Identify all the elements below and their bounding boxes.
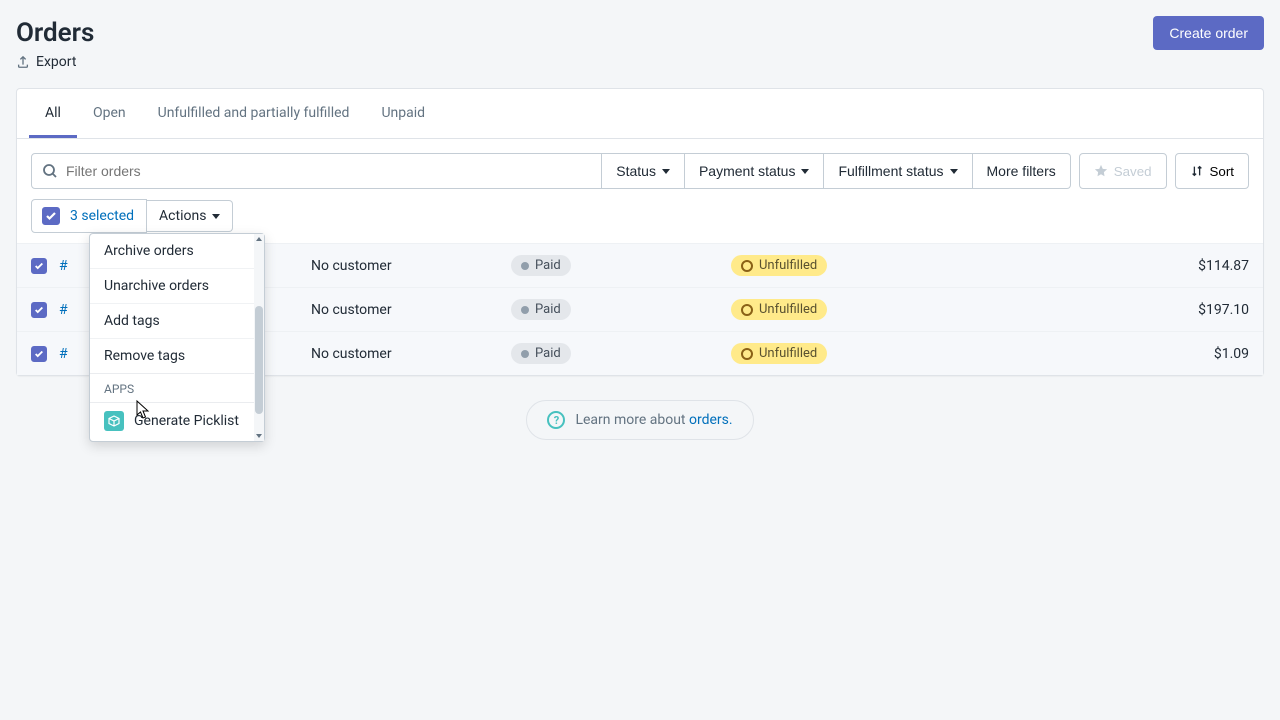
chevron-down-icon [801, 169, 809, 174]
order-total: $114.87 [1031, 258, 1249, 274]
orders-card: All Open Unfulfilled and partially fulfi… [16, 88, 1264, 376]
export-label: Export [36, 54, 76, 70]
scroll-down-icon [256, 434, 262, 438]
action-archive-orders[interactable]: Archive orders [90, 234, 264, 269]
tab-unpaid[interactable]: Unpaid [365, 89, 441, 138]
payment-badge: Paid [511, 299, 571, 320]
row-checkbox[interactable] [31, 302, 47, 318]
learn-more-text: Learn more about [575, 412, 689, 428]
filter-fulfillment-status[interactable]: Fulfillment status [824, 153, 972, 189]
row-checkbox[interactable] [31, 346, 47, 362]
order-total: $197.10 [1031, 302, 1249, 318]
order-total: $1.09 [1031, 346, 1249, 362]
tabs: All Open Unfulfilled and partially fulfi… [17, 89, 1263, 139]
tab-unfulfilled[interactable]: Unfulfilled and partially fulfilled [142, 89, 366, 138]
scroll-up-icon [256, 237, 262, 241]
sort-button[interactable]: Sort [1175, 153, 1249, 189]
fulfillment-badge: Unfulfilled [731, 299, 827, 320]
export-icon [16, 55, 30, 69]
payment-badge: Paid [511, 255, 571, 276]
create-order-button[interactable]: Create order [1153, 16, 1264, 50]
action-remove-tags[interactable]: Remove tags [90, 339, 264, 373]
action-add-tags[interactable]: Add tags [90, 304, 264, 339]
selected-count-text: 3 selected [70, 208, 134, 224]
actions-button[interactable]: Actions [147, 200, 233, 232]
search-input[interactable] [58, 163, 591, 179]
page-title: Orders [16, 18, 94, 48]
saved-button: Saved [1079, 153, 1167, 189]
payment-badge: Paid [511, 343, 571, 364]
sort-icon [1190, 164, 1204, 178]
chevron-down-icon [950, 169, 958, 174]
actions-dropdown: Archive orders Unarchive orders Add tags… [89, 233, 265, 442]
chevron-down-icon [212, 214, 220, 219]
help-icon: ? [547, 411, 565, 429]
learn-more-link[interactable]: orders. [689, 412, 733, 428]
row-checkbox[interactable] [31, 258, 47, 274]
action-generate-picklist[interactable]: Generate Picklist [90, 402, 264, 441]
tab-all[interactable]: All [29, 89, 77, 138]
selected-count-pill[interactable]: 3 selected [31, 199, 147, 233]
dropdown-section-apps: APPS [90, 373, 264, 402]
filter-status[interactable]: Status [602, 153, 685, 189]
export-button[interactable]: Export [16, 54, 1264, 70]
more-filters-button[interactable]: More filters [973, 153, 1071, 189]
action-unarchive-orders[interactable]: Unarchive orders [90, 269, 264, 304]
filter-payment-status[interactable]: Payment status [685, 153, 825, 189]
search-icon [42, 163, 58, 179]
tab-open[interactable]: Open [77, 89, 142, 138]
fulfillment-badge: Unfulfilled [731, 343, 827, 364]
order-customer: No customer [311, 346, 511, 362]
fulfillment-badge: Unfulfilled [731, 255, 827, 276]
checkmark-icon [45, 210, 57, 222]
order-customer: No customer [311, 258, 511, 274]
select-all-checkbox[interactable] [42, 207, 60, 225]
learn-more-banner: ? Learn more about orders. [526, 400, 753, 440]
order-customer: No customer [311, 302, 511, 318]
scroll-thumb[interactable] [255, 306, 263, 414]
dropdown-scrollbar[interactable] [254, 234, 264, 441]
app-icon [104, 411, 124, 431]
star-icon [1094, 164, 1108, 178]
search-input-wrap[interactable] [31, 153, 602, 189]
chevron-down-icon [662, 169, 670, 174]
